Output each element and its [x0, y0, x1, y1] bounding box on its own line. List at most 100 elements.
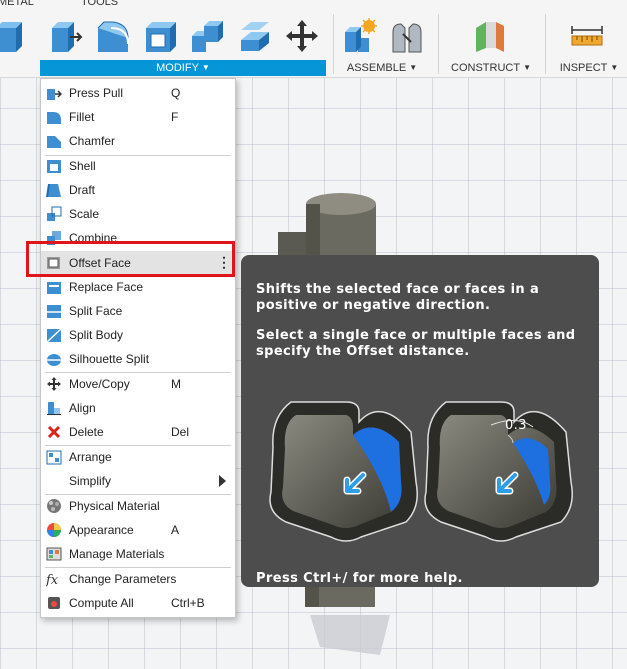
tab-tools[interactable]: TOOLS — [81, 0, 118, 8]
menu-item-label: Draft — [69, 183, 96, 197]
menu-item-split-face[interactable]: Split Face — [41, 299, 235, 323]
new-component-icon[interactable] — [342, 18, 378, 54]
offset-face-tooltip: Shifts the selected face or faces in a p… — [241, 255, 599, 587]
inspect-menu-button[interactable]: INSPECT ▼ — [553, 60, 625, 76]
menu-item-arrange[interactable]: Arrange — [41, 445, 235, 469]
scale-tool-icon[interactable] — [238, 18, 274, 54]
delete-icon — [47, 425, 61, 439]
after-part-image — [424, 401, 573, 542]
shell-icon — [47, 160, 61, 173]
menu-item-split-body[interactable]: Split Body — [41, 323, 235, 347]
assemble-menu-button[interactable]: ASSEMBLE ▼ — [340, 60, 424, 76]
shortcut-label: F — [171, 110, 179, 124]
inspect-label: INSPECT — [559, 62, 608, 74]
menu-item-replace-face[interactable]: Replace Face — [41, 275, 235, 299]
menu-item-label: Press Pull — [69, 86, 124, 100]
menu-item-physical-material[interactable]: Physical Material — [41, 494, 235, 518]
align-icon — [47, 402, 61, 415]
menu-item-label: Arrange — [69, 450, 112, 464]
shell-tool-icon[interactable] — [143, 18, 179, 54]
menu-item-shell[interactable]: Shell — [41, 154, 235, 178]
menu-item-label: Move/Copy — [69, 377, 130, 391]
menu-item-press-pull[interactable]: Press Pull Q — [41, 81, 235, 105]
menu-item-label: Physical Material — [69, 499, 160, 513]
shortcut-label: Del — [171, 425, 190, 439]
menu-item-manage-materials[interactable]: Manage Materials — [41, 542, 235, 566]
menu-item-label: Align — [69, 401, 96, 415]
modify-label: MODIFY — [156, 62, 199, 74]
construct-menu-button[interactable]: CONSTRUCT ▼ — [446, 60, 536, 76]
chevron-down-icon: ▼ — [523, 63, 531, 72]
tooltip-instruction: Select a single face or multiple faces a… — [256, 328, 576, 359]
fillet-icon — [47, 112, 61, 124]
menu-item-align[interactable]: Align — [41, 396, 235, 420]
partial-tool-icon[interactable] — [0, 18, 28, 54]
shortcut-label: A — [171, 523, 180, 537]
fx-icon: fx — [46, 573, 59, 587]
model-cylinder-bottom[interactable] — [300, 585, 390, 655]
move-copy-icon — [47, 377, 61, 391]
toolbar-separator — [333, 14, 334, 74]
manage-materials-icon — [46, 547, 62, 561]
tab-sheet-metal[interactable]: METAL — [0, 0, 34, 8]
chevron-down-icon: ▼ — [201, 63, 210, 72]
menu-item-draft[interactable]: Draft — [41, 178, 235, 202]
joint-icon[interactable] — [389, 18, 425, 54]
chamfer-icon — [47, 136, 61, 148]
offset-face-highlight — [26, 241, 235, 277]
menu-item-label: Shell — [69, 159, 96, 173]
physical-material-icon — [47, 499, 61, 513]
menu-item-move-copy[interactable]: Move/Copy M — [41, 372, 235, 396]
press-pull-tool-icon[interactable] — [48, 18, 84, 54]
modify-dropdown-menu: Press Pull Q Fillet F Chamfer Shell Draf… — [40, 78, 236, 618]
press-pull-icon — [47, 89, 62, 100]
menu-item-label: Silhouette Split — [69, 352, 150, 366]
menu-item-label: Manage Materials — [69, 547, 165, 561]
menu-item-chamfer[interactable]: Chamfer — [41, 129, 235, 153]
menu-item-label: Simplify — [69, 474, 112, 488]
menu-item-change-parameters[interactable]: fx Change Parameters — [41, 567, 235, 591]
fillet-tool-icon[interactable] — [95, 18, 131, 54]
menu-item-label: Split Body — [69, 328, 124, 342]
construct-plane-icon[interactable] — [472, 18, 508, 54]
menu-item-label: Appearance — [69, 523, 134, 537]
replace-face-icon — [47, 282, 61, 294]
submenu-arrow-icon — [219, 475, 226, 487]
menu-item-fillet[interactable]: Fillet F — [41, 105, 235, 129]
scale-icon — [47, 206, 62, 221]
menu-item-compute-all[interactable]: Compute All Ctrl+B — [41, 591, 235, 615]
measure-icon[interactable] — [569, 18, 605, 54]
menu-item-silhouette-split[interactable]: Silhouette Split — [41, 347, 235, 371]
toolbar: METAL TOOLS MODIFY ▼ ASSEMBLE ▼ CONSTRUC… — [0, 0, 627, 78]
shortcut-label: Q — [171, 86, 181, 100]
tooltip-help-footer: Press Ctrl+/ for more help. — [256, 571, 463, 586]
menu-item-appearance[interactable]: Appearance A — [41, 518, 235, 542]
appearance-icon — [47, 523, 61, 537]
svg-text:fx: fx — [46, 573, 59, 587]
offset-face-illustration — [269, 401, 573, 542]
compute-all-icon — [48, 597, 60, 609]
menu-item-delete[interactable]: Delete Del — [41, 420, 235, 444]
menu-item-label: Change Parameters — [69, 572, 177, 586]
menu-item-label: Compute All — [69, 596, 134, 610]
shortcut-label: Ctrl+B — [171, 596, 205, 610]
combine-tool-icon[interactable] — [190, 18, 226, 54]
menu-item-label: Chamfer — [69, 134, 116, 148]
menu-item-label: Scale — [69, 207, 100, 221]
menu-item-scale[interactable]: Scale — [41, 202, 235, 226]
modify-menu-button[interactable]: MODIFY ▼ — [40, 60, 326, 76]
split-face-icon — [47, 305, 61, 318]
arrange-icon — [46, 450, 62, 465]
toolbar-separator — [545, 14, 546, 74]
before-part-image — [269, 401, 418, 542]
shortcut-label: M — [171, 377, 181, 391]
split-body-icon — [46, 328, 62, 343]
tooltip-description: Shifts the selected face or faces in a p… — [256, 282, 540, 313]
toolbar-separator — [438, 14, 439, 74]
menu-item-label: Split Face — [69, 304, 123, 318]
chevron-down-icon: ▼ — [610, 63, 619, 72]
menu-item-simplify[interactable]: Simplify — [41, 469, 235, 493]
silhouette-split-icon — [47, 354, 61, 366]
move-copy-tool-icon[interactable] — [284, 18, 320, 54]
draft-icon — [46, 183, 61, 198]
